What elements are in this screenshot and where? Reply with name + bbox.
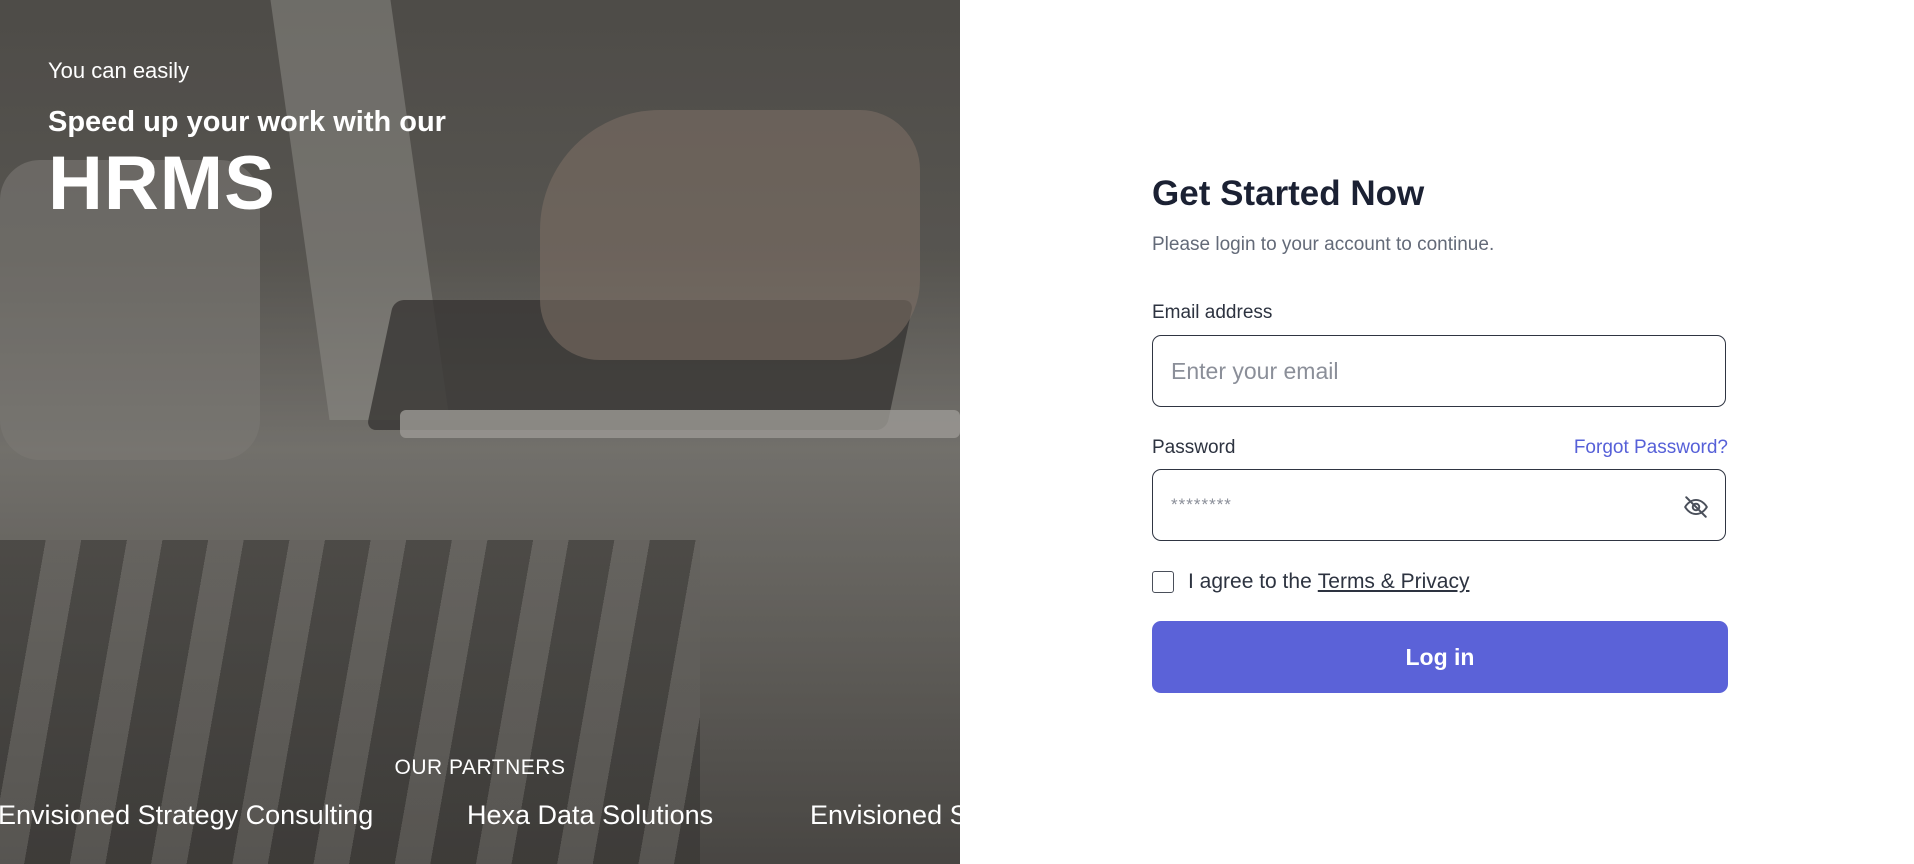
- password-input[interactable]: [1153, 470, 1725, 540]
- partner-name: Envisioned Strategy Consulting: [0, 800, 374, 830]
- forgot-password-link[interactable]: Forgot Password?: [1574, 437, 1728, 459]
- terms-checkbox[interactable]: [1152, 571, 1174, 593]
- terms-privacy-link[interactable]: Terms & Privacy: [1318, 570, 1470, 594]
- hero-panel: You can easily Speed up your work with o…: [0, 0, 960, 864]
- email-input[interactable]: [1153, 336, 1725, 406]
- partner-name: Envisioned Strategy Consulting: [810, 800, 960, 830]
- form-subtitle: Please login to your account to continue…: [1152, 234, 1495, 255]
- email-label: Email address: [1152, 302, 1273, 323]
- login-form: Get Started Now Please login to your acc…: [1152, 174, 1728, 693]
- terms-agreement-row: I agree to the Terms & Privacy: [1152, 570, 1469, 594]
- login-button[interactable]: Log in: [1152, 621, 1728, 693]
- partners-title: OUR PARTNERS: [394, 756, 566, 779]
- login-panel: Get Started Now Please login to your acc…: [960, 0, 1914, 864]
- hero-eyebrow: You can easily: [48, 58, 190, 83]
- eye-off-icon[interactable]: [1683, 494, 1709, 520]
- email-field-container: [1152, 335, 1726, 407]
- password-label: Password: [1152, 437, 1236, 458]
- form-title: Get Started Now: [1152, 174, 1425, 213]
- hero-brand-title: HRMS: [48, 141, 276, 226]
- partner-name: Hexa Data Solutions: [467, 800, 714, 830]
- agree-text: I agree to the: [1188, 570, 1312, 593]
- password-field-container: [1152, 469, 1726, 541]
- hero-tagline: Speed up your work with our: [48, 106, 446, 138]
